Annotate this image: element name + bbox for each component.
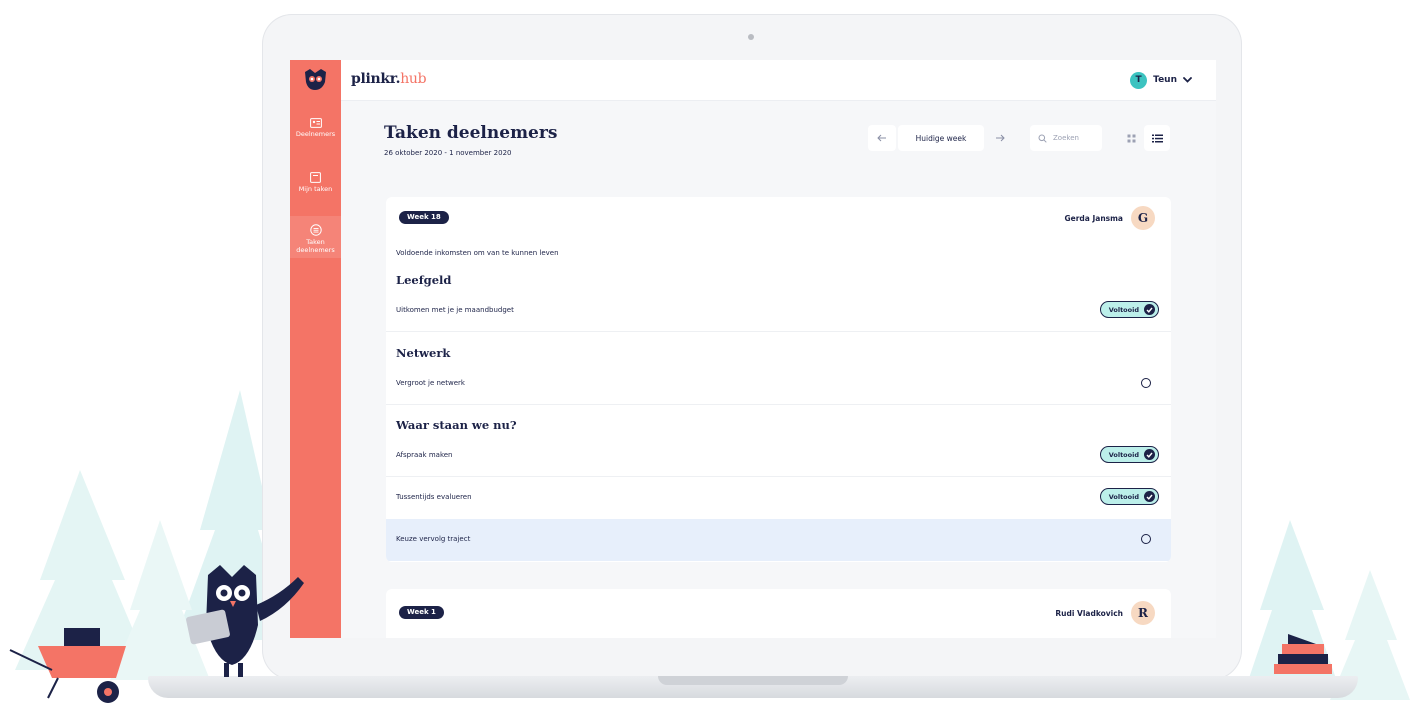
check-icon: [1144, 449, 1155, 460]
top-bar: plinkr.hub T Teun: [341, 60, 1216, 101]
next-week-button[interactable]: [986, 125, 1014, 151]
row-divider: [386, 331, 1171, 332]
task-row[interactable]: Uitkomen met je je maandbudget Voltooid: [386, 290, 1171, 332]
status-open-circle-icon[interactable]: [1141, 378, 1151, 388]
chevron-down-icon: [1183, 77, 1192, 83]
check-icon: [1144, 491, 1155, 502]
sidebar-item-label: Deelnemers: [295, 130, 336, 138]
marketing-scene: Deelnemers Mijn taken Taken deelnemers p…: [0, 0, 1416, 706]
sidebar-item-mijn-taken[interactable]: Mijn taken: [290, 172, 341, 202]
sidebar-item-deelnemers[interactable]: Deelnemers: [290, 118, 341, 148]
status-badge[interactable]: Voltooid: [1099, 488, 1159, 505]
arrow-right-icon: [996, 134, 1005, 142]
task-label: Afspraak maken: [396, 451, 453, 459]
task-card: Week 1 Rudi Vladkovich R: [386, 589, 1171, 638]
status-label: Voltooid: [1108, 305, 1139, 314]
task-label: Vergroot je netwerk: [396, 379, 465, 387]
search-placeholder: Zoeken: [1053, 134, 1079, 142]
books-illustration: [1274, 634, 1332, 674]
task-card: Week 18 Gerda Jansma G Voldoende inkomst…: [386, 197, 1171, 562]
participant[interactable]: Rudi Vladkovich R: [1055, 601, 1155, 625]
main-content: Taken deelnemers 26 oktober 2020 - 1 nov…: [341, 101, 1216, 638]
task-row[interactable]: Vergroot je netwerk: [386, 363, 1171, 405]
task-label: Tussentijds evalueren: [396, 493, 472, 501]
status-badge[interactable]: Voltooid: [1099, 301, 1159, 318]
webcam: [748, 34, 754, 40]
brand-name: plinkr: [351, 71, 396, 87]
current-week-label: Huidige week: [915, 133, 967, 143]
participant-avatar: G: [1131, 206, 1155, 230]
task-label: Keuze vervolg traject: [396, 535, 471, 543]
section-title: Waar staan we nu?: [396, 418, 517, 432]
user-menu[interactable]: T Teun: [1126, 69, 1200, 91]
task-row[interactable]: Keuze vervolg traject: [386, 519, 1171, 561]
status-badge[interactable]: Voltooid: [1099, 446, 1159, 463]
brand-logo[interactable]: plinkr.hub: [351, 71, 427, 87]
sidebar-item-label: Taken deelnemers: [296, 238, 335, 254]
participant[interactable]: Gerda Jansma G: [1064, 206, 1155, 230]
task-row[interactable]: Afspraak maken Voltooid: [386, 435, 1171, 477]
list-view-button[interactable]: [1144, 125, 1170, 151]
grid-icon: [1127, 134, 1135, 142]
user-name: Teun: [1153, 75, 1177, 85]
date-range: 26 oktober 2020 - 1 november 2020: [384, 149, 512, 157]
wheelbarrow-illustration: [9, 628, 126, 703]
list-icon: [1151, 134, 1163, 142]
owl-logo-icon[interactable]: [302, 68, 329, 92]
list-circle-icon: [309, 224, 322, 236]
status-label: Voltooid: [1108, 450, 1139, 459]
participant-name: Gerda Jansma: [1064, 213, 1123, 223]
brand-suffix: hub: [400, 71, 427, 87]
section-title: Leefgeld: [396, 273, 452, 287]
task-row[interactable]: Tussentijds evalueren Voltooid: [386, 477, 1171, 519]
current-week-button[interactable]: Huidige week: [898, 125, 984, 151]
task-label: Uitkomen met je je maandbudget: [396, 306, 514, 314]
row-divider: [386, 404, 1171, 405]
owl-mascot-illustration: [186, 565, 304, 677]
status-label: Voltooid: [1108, 492, 1139, 501]
participant-name: Rudi Vladkovich: [1055, 608, 1123, 618]
grid-view-button[interactable]: [1120, 125, 1142, 151]
check-icon: [1144, 304, 1155, 315]
sidebar-item-label: Mijn taken: [298, 185, 333, 193]
search-icon: [1038, 134, 1047, 143]
search-input[interactable]: Zoeken: [1030, 125, 1102, 151]
task-board-icon: [310, 172, 321, 183]
week-badge: Week 1: [399, 606, 444, 619]
sidebar: Deelnemers Mijn taken Taken deelnemers: [290, 60, 341, 638]
page-title: Taken deelnemers: [384, 123, 558, 143]
sidebar-item-taken-deelnemers[interactable]: Taken deelnemers: [290, 216, 341, 258]
participant-avatar: R: [1131, 601, 1155, 625]
arrow-left-icon: [877, 134, 886, 142]
status-open-circle-icon[interactable]: [1141, 534, 1151, 544]
laptop-notch: [658, 676, 848, 685]
previous-week-button[interactable]: [868, 125, 896, 151]
people-card-icon: [309, 118, 322, 128]
goal-text: Voldoende inkomsten om van te kunnen lev…: [396, 249, 559, 257]
week-badge: Week 18: [399, 211, 449, 224]
app-screen: Deelnemers Mijn taken Taken deelnemers p…: [290, 60, 1216, 638]
user-avatar: T: [1130, 71, 1148, 89]
section-title: Netwerk: [396, 346, 451, 360]
